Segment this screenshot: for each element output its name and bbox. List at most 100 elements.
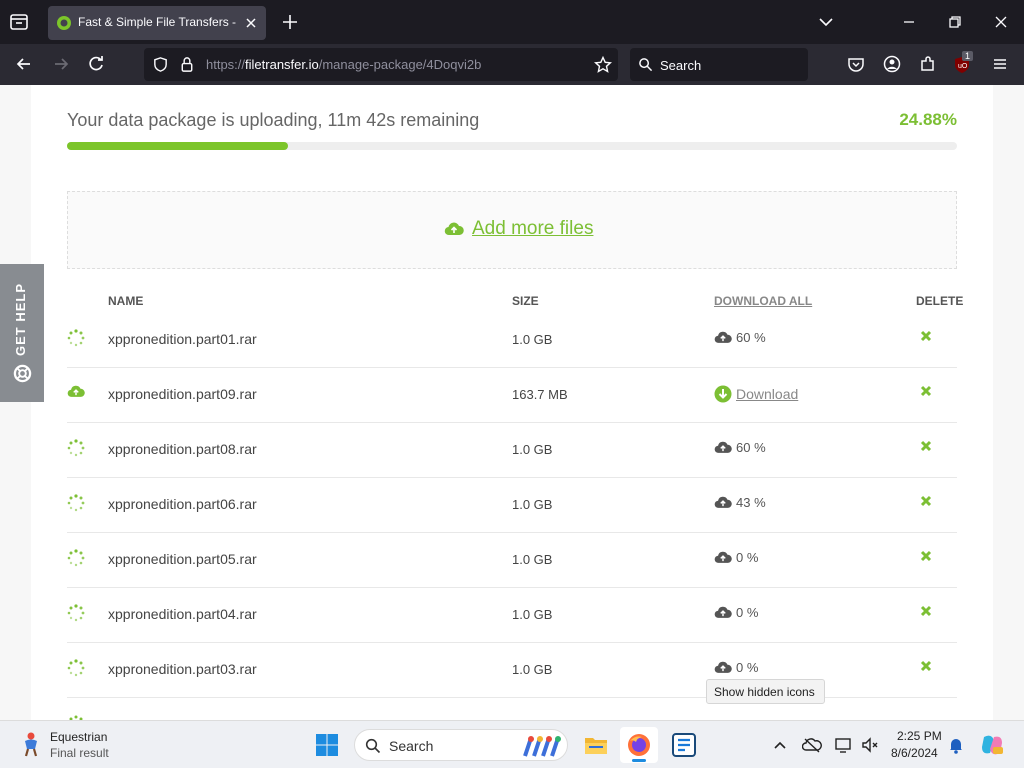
address-bar[interactable]: https://filetransfer.io/manage-package/4… — [144, 48, 618, 81]
upload-progress: 0 % — [714, 605, 758, 620]
loading-spinner-icon — [67, 549, 85, 567]
delete-file-icon[interactable] — [920, 549, 932, 562]
extensions-icon[interactable] — [918, 54, 938, 74]
download-label: Download — [736, 386, 799, 402]
bookmark-star-icon[interactable] — [594, 56, 612, 74]
widget-title: Equestrian — [50, 730, 108, 744]
pocket-icon[interactable] — [846, 54, 866, 74]
url-text: https://filetransfer.io/manage-package/4… — [206, 57, 481, 72]
url-path: /manage-package/4Doqvi2b — [318, 57, 482, 72]
extension-badge: 1 — [962, 51, 974, 61]
delete-file-icon[interactable] — [920, 439, 932, 452]
taskbar-search-label: Search — [389, 738, 434, 754]
close-window-icon[interactable] — [991, 12, 1011, 32]
new-tab-icon[interactable] — [280, 12, 300, 32]
close-tab-icon[interactable] — [242, 14, 260, 32]
upload-progress: 0 % — [714, 550, 758, 565]
notification-bell-icon[interactable] — [946, 735, 966, 755]
file-dropzone[interactable]: Add more files — [67, 191, 957, 269]
upload-progress: 0 % — [714, 660, 758, 675]
loading-spinner-icon — [67, 659, 85, 677]
firefox-taskbar-button[interactable] — [620, 727, 658, 763]
delete-file-icon[interactable] — [920, 384, 932, 397]
active-app-indicator — [632, 759, 646, 762]
column-header-delete: DELETE — [916, 294, 964, 308]
get-help-label: GET HELP — [13, 282, 28, 356]
upload-progress-fill — [67, 142, 289, 150]
delete-file-icon[interactable] — [920, 329, 932, 342]
delete-file-icon[interactable] — [920, 604, 932, 617]
url-prefix: https:// — [206, 57, 246, 72]
cloud-upload-icon — [714, 605, 732, 620]
firefox-icon — [628, 734, 650, 756]
file-row: xppronedition.part06.rar 1.0 GB 43 % — [67, 478, 957, 533]
volume-muted-icon[interactable] — [860, 735, 880, 755]
app-menu-icon[interactable] — [990, 54, 1010, 74]
file-size: 1.0 GB — [512, 607, 553, 622]
onedrive-offline-icon[interactable] — [802, 735, 822, 755]
delete-file-icon[interactable] — [920, 659, 932, 672]
upload-percent: 24.88% — [899, 110, 957, 129]
clock-time[interactable]: 2:25 PM — [897, 729, 942, 743]
file-row: xppronedition.part09.rar 163.7 MB Download — [67, 368, 957, 423]
list-all-tabs-icon[interactable] — [816, 12, 836, 32]
upload-complete-icon — [67, 384, 85, 402]
cloud-upload-icon — [714, 550, 732, 565]
minimize-window-icon[interactable] — [899, 12, 919, 32]
download-link[interactable]: Download — [714, 385, 798, 403]
loading-spinner-icon — [67, 494, 85, 512]
cloud-upload-icon — [714, 440, 732, 455]
tab-list-icon[interactable] — [8, 11, 30, 33]
tracking-shield-icon[interactable] — [152, 56, 169, 73]
account-icon[interactable] — [882, 54, 902, 74]
delete-file-icon[interactable] — [920, 494, 932, 507]
windows-start-icon[interactable] — [315, 733, 339, 757]
download-all-link[interactable]: DOWNLOAD ALL — [714, 294, 812, 308]
upload-status-text: Your data package is uploading, 11m 42s … — [67, 110, 480, 130]
search-highlight-icon — [523, 736, 561, 757]
browser-nav-bar: https://filetransfer.io/manage-package/4… — [0, 44, 1024, 85]
column-header-name: NAME — [108, 294, 144, 308]
file-size: 163.7 MB — [512, 387, 568, 402]
loading-spinner-icon — [67, 604, 85, 622]
windows-taskbar: Equestrian Final result Search 2:25 PM 8… — [0, 720, 1024, 768]
progress-percent: 0 % — [736, 550, 759, 565]
add-more-files-link[interactable]: Add more files — [444, 218, 593, 240]
file-explorer-icon[interactable] — [584, 733, 608, 757]
download-arrow-icon — [714, 385, 732, 403]
progress-percent: 60 % — [736, 330, 766, 345]
file-size: 1.0 GB — [512, 552, 553, 567]
reload-icon[interactable] — [86, 54, 106, 74]
file-size: 1.0 GB — [512, 332, 553, 347]
clock-date[interactable]: 8/6/2024 — [891, 746, 938, 760]
file-size: 1.0 GB — [512, 662, 553, 677]
lifebuoy-icon — [13, 364, 32, 383]
ublock-extension-button[interactable]: uO 1 — [953, 51, 975, 75]
svg-text:uO: uO — [958, 63, 968, 70]
back-arrow-icon[interactable] — [14, 54, 34, 74]
forward-arrow-icon[interactable] — [51, 54, 71, 74]
restore-window-icon[interactable] — [945, 12, 965, 32]
search-icon — [639, 58, 653, 72]
column-header-size: SIZE — [512, 294, 539, 308]
show-hidden-icons-chevron-icon[interactable] — [770, 735, 790, 755]
copilot-icon[interactable] — [980, 733, 1004, 757]
file-row: xppronedition.part05.rar 1.0 GB 0 % — [67, 533, 957, 588]
active-tab[interactable]: Fast & Simple File Transfers - Fi — [48, 6, 266, 40]
cloud-upload-icon — [714, 660, 732, 675]
tab-title: Fast & Simple File Transfers - Fi — [78, 15, 238, 29]
network-icon[interactable] — [834, 735, 854, 755]
lock-icon[interactable] — [179, 56, 195, 73]
file-row: xppronedition.part04.rar 1.0 GB 0 % — [67, 588, 957, 643]
get-help-tab[interactable]: GET HELP — [0, 264, 44, 402]
progress-percent: 43 % — [736, 495, 766, 510]
remote-app-icon[interactable] — [672, 733, 696, 757]
page-viewport: Your data package is uploading, 11m 42s … — [0, 85, 1024, 720]
upload-progress: 60 % — [714, 330, 766, 345]
file-size: 1.0 GB — [512, 497, 553, 512]
taskbar-search[interactable]: Search — [354, 729, 568, 761]
horse-rider-icon — [24, 732, 38, 757]
browser-search-bar[interactable]: Search — [630, 48, 808, 81]
taskbar-search-icon — [365, 738, 381, 754]
file-name: xppronedition.part05.rar — [108, 551, 257, 567]
